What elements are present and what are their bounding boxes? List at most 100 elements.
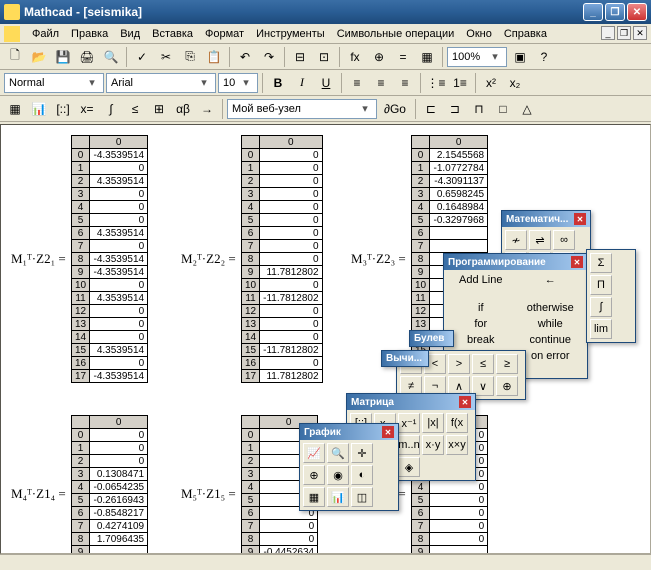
palette-button[interactable]: Σ (590, 253, 612, 273)
greek-palette-button[interactable]: αβ (172, 98, 194, 120)
bool-button[interactable]: ≥ (496, 354, 518, 374)
sup-button[interactable]: x² (480, 72, 502, 94)
align-button[interactable]: ⊟ (289, 46, 311, 68)
maximize-button[interactable]: ❐ (605, 3, 625, 21)
font-combo[interactable]: Arial▾ (106, 73, 216, 93)
align-right-button[interactable]: ≡ (394, 72, 416, 94)
palette-button[interactable]: 🔍 (327, 443, 349, 463)
palette-button[interactable]: Π (590, 275, 612, 295)
palette-button[interactable]: ◉ (327, 465, 349, 485)
palette-graph[interactable]: График✕ 📈🔍✛ ⊕◉◐ ▦📊◫ (299, 423, 399, 511)
prog-item[interactable]: for (446, 316, 516, 332)
align-center-button[interactable]: ≡ (370, 72, 392, 94)
palette-button[interactable]: ∫ (590, 297, 612, 317)
palette-button[interactable]: ◐ (351, 465, 373, 485)
calc-button[interactable]: = (392, 46, 414, 68)
style-combo[interactable]: Normal▾ (4, 73, 104, 93)
menu-window[interactable]: Окно (460, 26, 498, 42)
bold-button[interactable]: B (267, 72, 289, 94)
nav1-button[interactable]: ⊏ (420, 98, 442, 120)
sub-button[interactable]: x₂ (504, 72, 526, 94)
menu-edit[interactable]: Правка (65, 26, 114, 42)
chevron-down-icon[interactable]: ▾ (488, 50, 502, 63)
palette-button[interactable]: ◫ (351, 487, 373, 507)
prog-item[interactable]: break (446, 332, 516, 348)
palette-button[interactable]: ◈ (398, 457, 420, 477)
new-button[interactable]: 🗋 (4, 46, 26, 68)
palette-button[interactable]: x×y (446, 435, 468, 455)
palette-button[interactable]: ⊕ (303, 465, 325, 485)
close-icon[interactable]: ✕ (459, 396, 471, 408)
palette-button[interactable]: f(x (446, 413, 468, 433)
bool-button[interactable]: > (448, 354, 470, 374)
palette-button[interactable]: 📊 (327, 487, 349, 507)
chevron-down-icon[interactable]: ▾ (85, 76, 99, 89)
comp-button[interactable]: ▦ (416, 46, 438, 68)
palette-button[interactable]: x⁻¹ (398, 413, 420, 433)
chevron-down-icon[interactable]: ▾ (197, 76, 211, 89)
close-icon[interactable]: ✕ (574, 213, 586, 225)
size-combo[interactable]: 10▾ (218, 73, 258, 93)
calc-palette-button[interactable]: ▦ (4, 98, 26, 120)
palette-button[interactable]: lim (590, 319, 612, 339)
bool-button[interactable]: ≤ (472, 354, 494, 374)
align2-button[interactable]: ⊡ (313, 46, 335, 68)
close-icon[interactable]: ✕ (571, 256, 583, 268)
align-left-button[interactable]: ≡ (346, 72, 368, 94)
open-button[interactable]: 📂 (28, 46, 50, 68)
numbers-button[interactable]: 1≡ (449, 72, 471, 94)
prog-item[interactable]: if (446, 300, 516, 316)
nav5-button[interactable]: △ (516, 98, 538, 120)
fx-button[interactable]: fx (344, 46, 366, 68)
underline-button[interactable]: U (315, 72, 337, 94)
preview-button[interactable]: 🔍 (100, 46, 122, 68)
document-area[interactable]: M₁ᵀ·Z2₁ =00-4.35395141024.35395143040506… (0, 124, 651, 554)
undo-button[interactable]: ↶ (234, 46, 256, 68)
chevron-down-icon[interactable]: ▾ (239, 76, 253, 89)
chevron-down-icon[interactable]: ▾ (358, 102, 372, 115)
prog-item[interactable]: Add Line (446, 272, 516, 300)
mdi-restore[interactable]: ❐ (617, 26, 631, 40)
eval-palette-button[interactable]: x= (76, 98, 98, 120)
zoom-combo[interactable]: 100%▾ (447, 47, 507, 67)
nav2-button[interactable]: ⊐ (444, 98, 466, 120)
prog-palette-button[interactable]: ⊞ (148, 98, 170, 120)
redo-button[interactable]: ↷ (258, 46, 280, 68)
mdi-close[interactable]: ✕ (633, 26, 647, 40)
menu-tools[interactable]: Инструменты (250, 26, 331, 42)
save-button[interactable]: 💾 (52, 46, 74, 68)
palette-button[interactable]: ⇌ (529, 230, 551, 250)
menu-insert[interactable]: Вставка (146, 26, 199, 42)
italic-button[interactable]: I (291, 72, 313, 94)
minimize-button[interactable]: _ (583, 3, 603, 21)
print-button[interactable]: 🖨 (76, 46, 98, 68)
palette-button[interactable]: ▦ (303, 487, 325, 507)
help-button[interactable]: ? (533, 46, 555, 68)
prog-item[interactable]: otherwise (516, 300, 586, 316)
palette-eval[interactable]: Вычи... (381, 350, 429, 367)
close-icon[interactable]: ✕ (382, 426, 394, 438)
palette-button[interactable]: x·y (422, 435, 444, 455)
symb-palette-button[interactable]: → (196, 98, 218, 120)
bool-palette-button[interactable]: ≤ (124, 98, 146, 120)
palette-button[interactable]: ✛ (351, 443, 373, 463)
prog-item[interactable]: continue (516, 332, 586, 348)
unit-button[interactable]: ⊕ (368, 46, 390, 68)
nav3-button[interactable]: ⊓ (468, 98, 490, 120)
prog-item[interactable]: while (516, 316, 586, 332)
cut-button[interactable]: ✂ (155, 46, 177, 68)
palette-bool[interactable]: Булев (409, 330, 454, 347)
go-button[interactable]: ∂Go (379, 98, 411, 120)
prog-item[interactable]: ← (516, 272, 586, 300)
palette-button[interactable]: m..n (398, 435, 420, 455)
copy-button[interactable]: ⎘ (179, 46, 201, 68)
bool-button[interactable]: ⊕ (496, 376, 518, 396)
matrix-palette-button[interactable]: [::] (52, 98, 74, 120)
palette-button[interactable]: 📈 (303, 443, 325, 463)
palette-button[interactable]: ≁ (505, 230, 527, 250)
menu-help[interactable]: Справка (498, 26, 553, 42)
palette-button[interactable]: |x| (422, 413, 444, 433)
menu-file[interactable]: Файл (26, 26, 65, 42)
mdi-min[interactable]: _ (601, 26, 615, 40)
menu-format[interactable]: Формат (199, 26, 250, 42)
